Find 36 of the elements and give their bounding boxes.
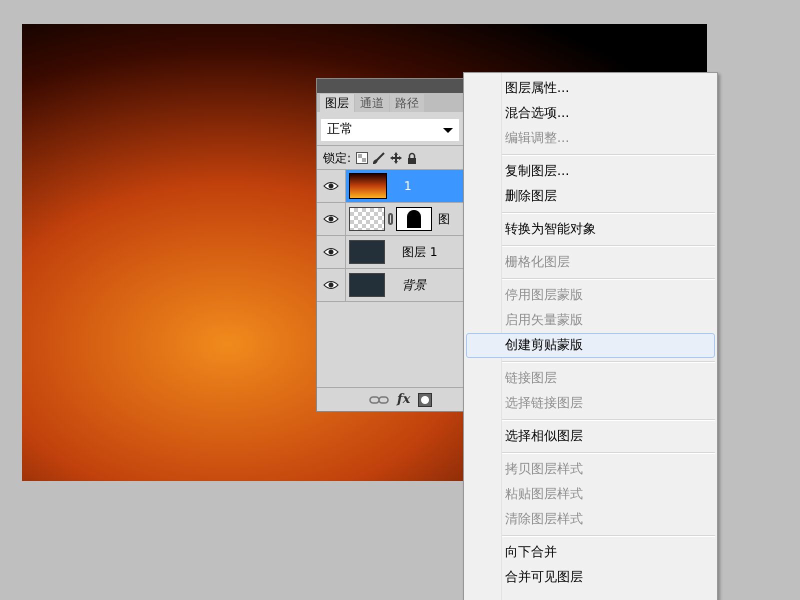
layer-row[interactable]: 背景 xyxy=(317,269,463,302)
menu-item[interactable]: 复制图层... xyxy=(466,159,715,184)
link-icon[interactable] xyxy=(369,396,389,404)
eye-icon[interactable] xyxy=(323,181,339,191)
eye-icon[interactable] xyxy=(323,247,339,257)
chain-icon xyxy=(388,213,393,225)
lock-icon[interactable] xyxy=(407,152,418,164)
panel-tab[interactable]: 路径 xyxy=(390,94,424,112)
checkerboard-icon[interactable] xyxy=(356,152,368,164)
brush-icon[interactable] xyxy=(373,152,386,164)
layer-name: 1 xyxy=(404,178,412,195)
menu-item[interactable]: 混合选项... xyxy=(466,101,715,126)
menu-item[interactable]: 删除图层 xyxy=(466,184,715,209)
blend-mode-value: 正常 xyxy=(327,121,353,140)
panel-tab[interactable]: 通道 xyxy=(355,94,389,112)
layer-row[interactable]: 图层 1 xyxy=(317,236,463,269)
caret-icon xyxy=(443,128,453,132)
eye-icon[interactable] xyxy=(323,214,339,224)
move-icon[interactable] xyxy=(390,152,402,164)
panel-tab[interactable]: 图层 xyxy=(320,94,354,112)
mask-icon[interactable] xyxy=(418,392,432,406)
fx-button[interactable]: fx xyxy=(397,390,410,410)
eye-icon[interactable] xyxy=(323,280,339,290)
menu-item[interactable]: 向下合并 xyxy=(466,540,715,565)
lock-label: 锁定: xyxy=(323,150,352,166)
layer-name: 背景 xyxy=(402,277,426,294)
menu-item[interactable]: 合并可见图层 xyxy=(466,565,715,590)
layer-name: 图 xyxy=(438,211,450,228)
mask-thumbnail xyxy=(396,207,432,231)
menu-item[interactable]: 转换为智能对象 xyxy=(466,217,715,242)
layer-row[interactable]: 图 xyxy=(317,203,463,236)
menu-item[interactable]: 创建剪贴蒙版 xyxy=(466,333,715,358)
menu-item[interactable]: 选择相似图层 xyxy=(466,424,715,449)
blend-mode-dropdown[interactable]: 正常 xyxy=(321,119,459,141)
layer-name: 图层 1 xyxy=(402,244,438,261)
menu-item[interactable]: 图层属性... xyxy=(466,76,715,101)
